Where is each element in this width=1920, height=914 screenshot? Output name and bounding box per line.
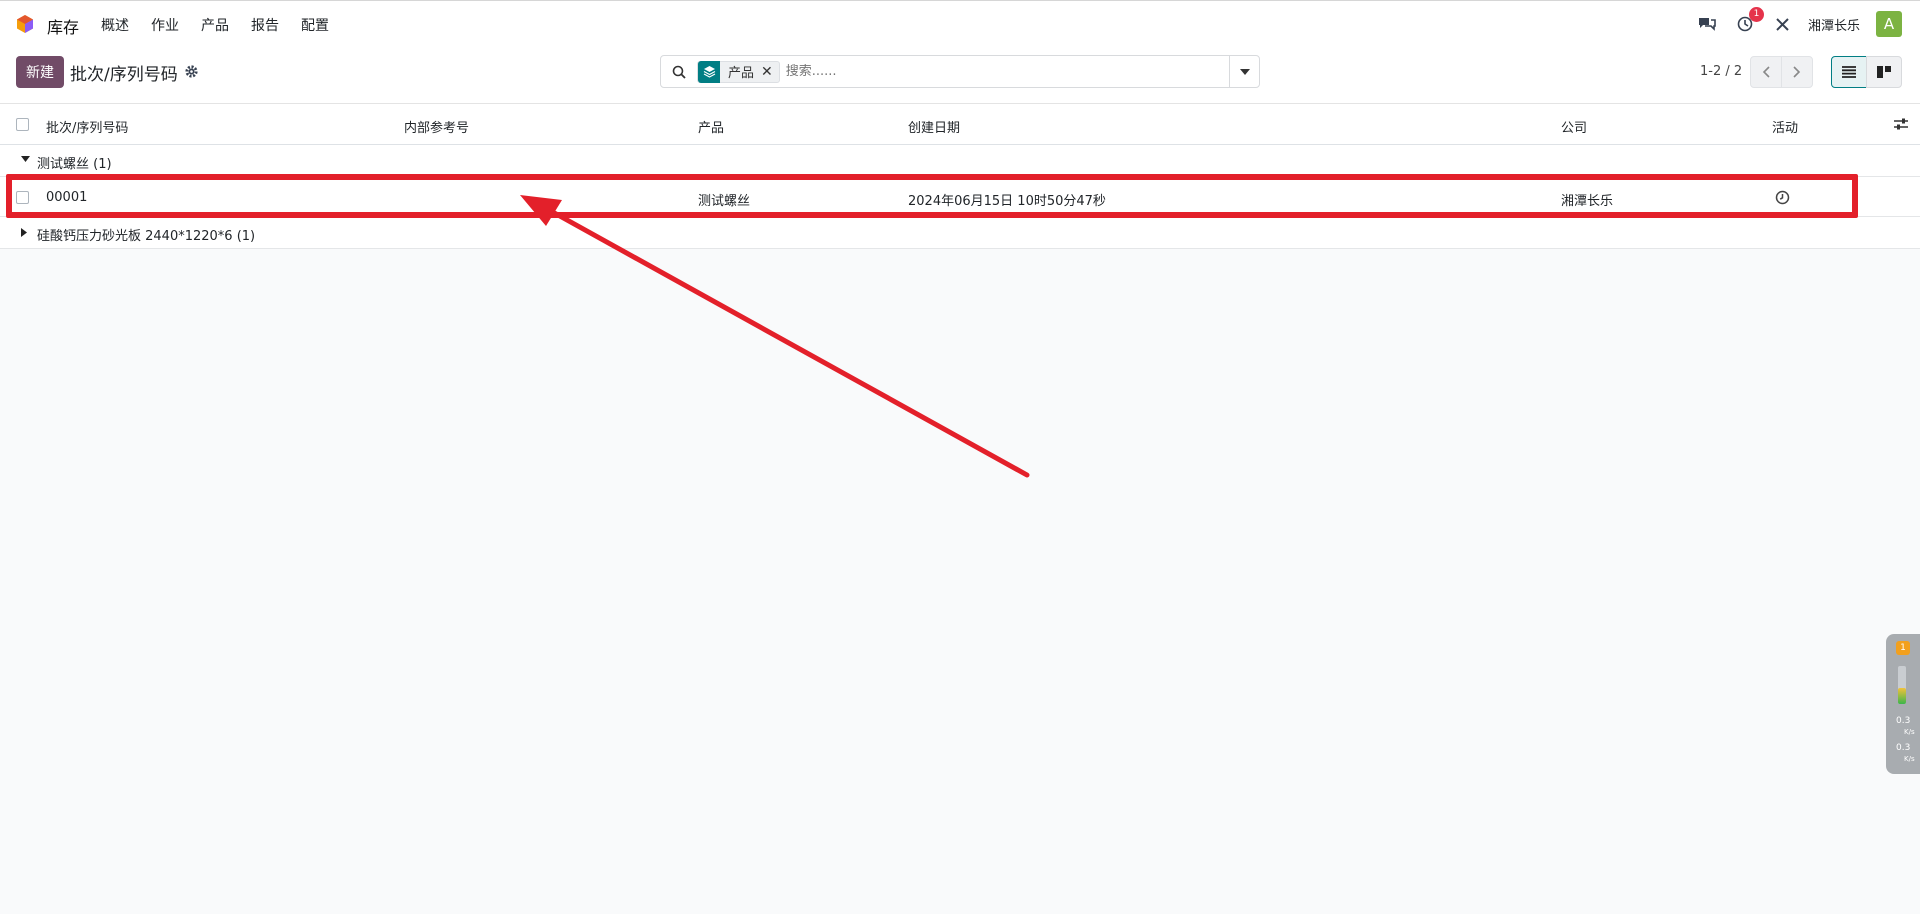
layers-icon <box>698 60 720 83</box>
lot-list: 批次/序列号码 内部参考号 产品 创建日期 公司 活动 测试螺丝 (1) 000… <box>0 104 1920 249</box>
widget-badge: 1 <box>1896 641 1910 655</box>
optional-columns-icon[interactable] <box>1894 117 1908 135</box>
chevron-down-icon[interactable] <box>1229 56 1259 87</box>
close-icon[interactable]: ✕ <box>761 64 779 80</box>
clock-icon[interactable] <box>1775 190 1790 209</box>
search-input[interactable] <box>785 64 1229 79</box>
page-title: 批次/序列号码 <box>70 65 178 85</box>
activity-badge: 1 <box>1748 7 1764 22</box>
facet-label: 产品 <box>728 66 755 81</box>
inventory-app-icon[interactable] <box>15 14 35 34</box>
pager-next-button[interactable] <box>1781 56 1813 88</box>
group-label: 测试螺丝 (1) <box>37 157 112 172</box>
debug-tools-icon[interactable] <box>1772 13 1794 35</box>
select-all-checkbox[interactable] <box>16 118 29 131</box>
row-checkbox[interactable] <box>16 191 29 204</box>
cell-product: 测试螺丝 <box>698 194 751 209</box>
network-speed-widget[interactable]: 1 0.3 K/s 0.3 K/s <box>1886 634 1920 774</box>
widget-meter <box>1898 666 1906 704</box>
upload-unit: K/s <box>1904 728 1915 736</box>
column-header-lot[interactable]: 批次/序列号码 <box>46 117 128 136</box>
menu-item-products[interactable]: 产品 <box>201 15 229 35</box>
top-navbar: 库存 概述 作业 产品 报告 配置 1 湘潭长乐 A <box>0 0 1920 46</box>
column-header-company[interactable]: 公司 <box>1561 117 1587 136</box>
caret-down-icon <box>21 156 30 162</box>
cell-company: 湘潭长乐 <box>1561 194 1614 209</box>
caret-right-icon <box>21 228 27 237</box>
download-speed: 0.3 <box>1896 743 1911 753</box>
column-header-created[interactable]: 创建日期 <box>908 117 960 136</box>
menu-item-configuration[interactable]: 配置 <box>301 15 329 35</box>
column-header-activity[interactable]: 活动 <box>1772 117 1798 136</box>
new-button[interactable]: 新建 <box>16 56 64 88</box>
menu-item-overview[interactable]: 概述 <box>101 15 129 35</box>
group-row[interactable]: 测试螺丝 (1) <box>0 145 1920 177</box>
cell-created: 2024年06月15日 10时50分47秒 <box>908 194 1106 209</box>
menu-item-reporting[interactable]: 报告 <box>251 15 279 35</box>
pager-previous-button[interactable] <box>1750 56 1782 88</box>
app-name[interactable]: 库存 <box>47 14 79 38</box>
upload-speed: 0.3 <box>1896 716 1911 726</box>
pager-value[interactable]: 1-2 / 2 <box>1700 64 1742 79</box>
search-bar: 产品 ✕ <box>660 55 1260 88</box>
group-row[interactable]: 硅酸钙压力砂光板 2440*1220*6 (1) <box>0 217 1920 249</box>
column-header-product[interactable]: 产品 <box>698 117 724 136</box>
list-view-button[interactable] <box>1831 56 1867 88</box>
cell-lot: 00001 <box>46 190 88 205</box>
table-header: 批次/序列号码 内部参考号 产品 创建日期 公司 活动 <box>0 104 1920 145</box>
kanban-view-button[interactable] <box>1866 56 1902 88</box>
main-menu: 概述 作业 产品 报告 配置 <box>101 15 351 35</box>
activity-clock-icon[interactable]: 1 <box>1734 7 1764 35</box>
company-switcher[interactable]: 湘潭长乐 <box>1808 15 1860 34</box>
group-label: 硅酸钙压力砂光板 2440*1220*6 (1) <box>37 229 256 244</box>
search-facet-product: 产品 ✕ <box>697 60 780 83</box>
chat-icon[interactable] <box>1696 13 1718 35</box>
table-row[interactable]: 00001 测试螺丝 2024年06月15日 10时50分47秒 湘潭长乐 <box>0 177 1920 217</box>
gear-icon[interactable] <box>184 64 199 79</box>
download-unit: K/s <box>1904 755 1915 763</box>
control-panel: 新建 批次/序列号码 产品 ✕ 1-2 / 2 <box>0 46 1920 104</box>
search-icon[interactable] <box>661 65 697 79</box>
user-avatar[interactable]: A <box>1876 11 1902 37</box>
column-header-internal-ref[interactable]: 内部参考号 <box>404 117 469 136</box>
navbar-systray: 1 湘潭长乐 A <box>1680 7 1902 37</box>
menu-item-operations[interactable]: 作业 <box>151 15 179 35</box>
